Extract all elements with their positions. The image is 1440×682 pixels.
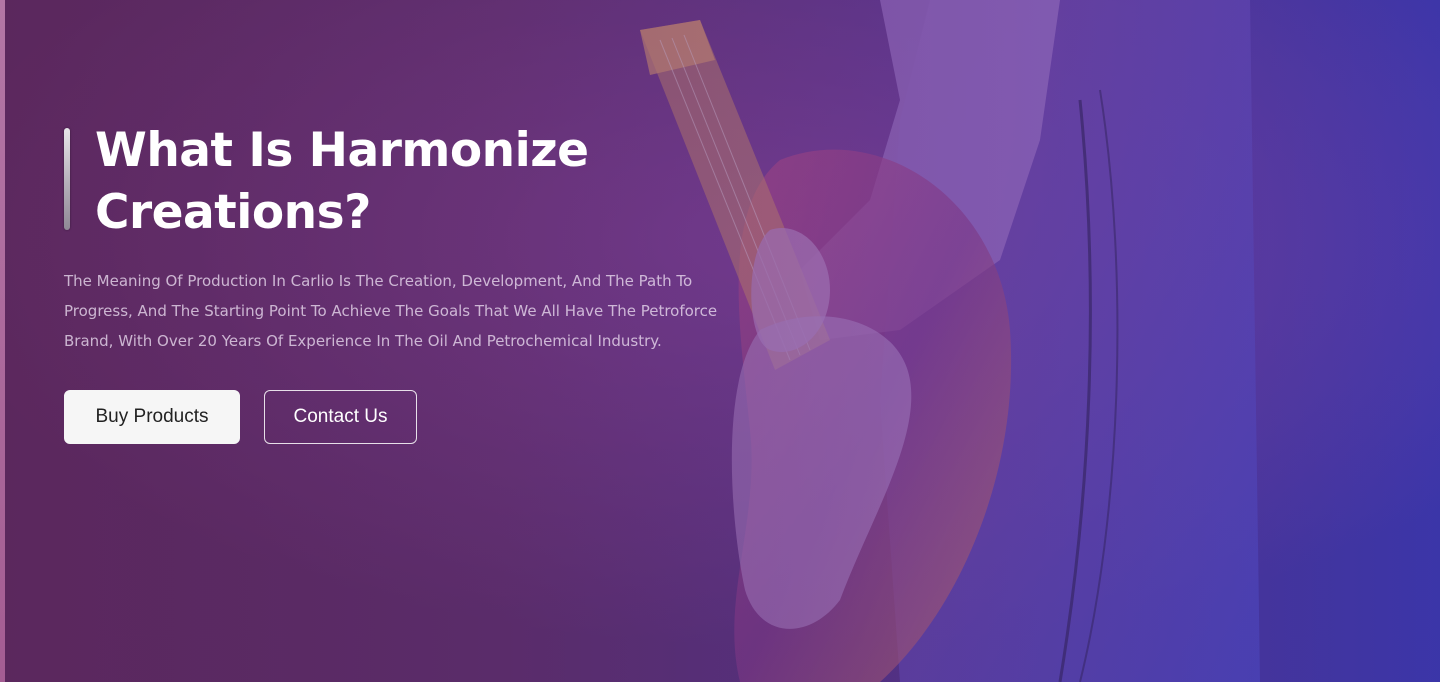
hero-content: What Is Harmonize Creations? The Meaning… — [64, 120, 764, 444]
title-accent-bar — [64, 128, 70, 230]
left-edge-accent — [0, 0, 5, 682]
buy-products-button[interactable]: Buy Products — [64, 390, 240, 444]
hero-title: What Is Harmonize Creations? — [95, 123, 589, 240]
hero-section: What Is Harmonize Creations? The Meaning… — [0, 0, 1440, 682]
hero-description: The Meaning Of Production In Carlio Is T… — [64, 272, 718, 350]
contact-us-button[interactable]: Contact Us — [264, 390, 417, 444]
title-wrapper: What Is Harmonize Creations? — [64, 120, 764, 244]
hero-buttons: Buy Products Contact Us — [64, 390, 764, 444]
